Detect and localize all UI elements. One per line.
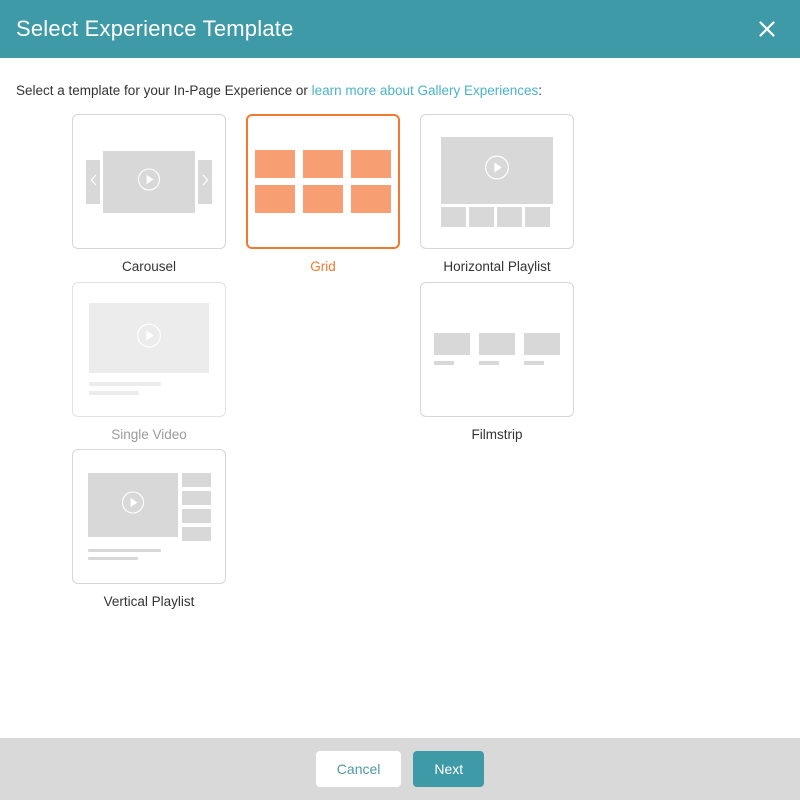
grid-preview bbox=[255, 150, 391, 213]
carousel-preview bbox=[86, 151, 212, 213]
filmstrip-preview bbox=[434, 333, 560, 365]
playlist-thumbnail bbox=[441, 207, 466, 227]
template-label-horizontal-playlist: Horizontal Playlist bbox=[443, 260, 550, 274]
caption-line bbox=[524, 361, 544, 365]
horizontal-playlist-preview bbox=[441, 137, 553, 227]
template-grid: Carousel Grid bbox=[0, 114, 710, 617]
carousel-main-video bbox=[103, 151, 195, 213]
chevron-left-icon bbox=[90, 173, 97, 191]
filmstrip-thumbnail bbox=[524, 333, 560, 355]
filmstrip-item bbox=[524, 333, 560, 365]
play-icon bbox=[136, 323, 162, 354]
template-card-single-video bbox=[72, 282, 226, 417]
dialog-header: Select Experience Template bbox=[0, 0, 800, 58]
single-video-main-video bbox=[89, 303, 209, 373]
template-card-horizontal-playlist[interactable] bbox=[420, 114, 574, 249]
caption-line bbox=[89, 382, 161, 386]
playlist-thumbnail bbox=[182, 509, 211, 523]
filmstrip-thumbnail bbox=[479, 333, 515, 355]
template-option-filmstrip[interactable]: Filmstrip bbox=[410, 282, 584, 442]
vertical-playlist-thumbnails bbox=[182, 473, 211, 541]
instruction-text: Select a template for your In-Page Exper… bbox=[0, 58, 800, 99]
play-icon bbox=[137, 167, 161, 196]
caption-line bbox=[88, 557, 138, 560]
caption-line bbox=[479, 361, 499, 365]
template-label-single-video: Single Video bbox=[111, 428, 187, 442]
template-label-filmstrip: Filmstrip bbox=[472, 428, 523, 442]
playlist-thumbnail bbox=[182, 491, 211, 505]
cancel-button[interactable]: Cancel bbox=[316, 751, 402, 787]
play-icon bbox=[484, 155, 510, 186]
dialog-body: Select a template for your In-Page Exper… bbox=[0, 58, 800, 738]
dialog-footer: Cancel Next bbox=[0, 738, 800, 800]
template-option-vertical-playlist[interactable]: Vertical Playlist bbox=[62, 449, 236, 609]
vertical-playlist-preview bbox=[88, 473, 211, 560]
filmstrip-thumbnail bbox=[434, 333, 470, 355]
vertical-playlist-caption-lines bbox=[88, 549, 211, 560]
grid-tile bbox=[351, 150, 391, 178]
grid-tile bbox=[303, 150, 343, 178]
template-label-vertical-playlist: Vertical Playlist bbox=[104, 595, 195, 609]
playlist-thumbnail bbox=[469, 207, 494, 227]
template-option-grid[interactable]: Grid bbox=[236, 114, 410, 274]
vertical-playlist-top bbox=[88, 473, 211, 541]
playlist-thumbnail bbox=[182, 473, 211, 487]
close-icon[interactable] bbox=[752, 14, 782, 44]
single-video-preview bbox=[89, 303, 209, 395]
template-card-filmstrip[interactable] bbox=[420, 282, 574, 417]
grid-tile bbox=[351, 185, 391, 213]
template-card-vertical-playlist[interactable] bbox=[72, 449, 226, 584]
carousel-next-panel bbox=[198, 160, 212, 204]
chevron-right-icon bbox=[202, 173, 209, 191]
instruction-prefix: Select a template for your In-Page Exper… bbox=[16, 83, 312, 98]
caption-line bbox=[434, 361, 454, 365]
playlist-thumbnail bbox=[497, 207, 522, 227]
page-title: Select Experience Template bbox=[16, 18, 294, 40]
template-option-horizontal-playlist[interactable]: Horizontal Playlist bbox=[410, 114, 584, 274]
single-video-caption-lines bbox=[89, 382, 209, 395]
template-label-carousel: Carousel bbox=[122, 260, 176, 274]
caption-line bbox=[89, 391, 139, 395]
next-button[interactable]: Next bbox=[413, 751, 484, 787]
grid-tile bbox=[303, 185, 343, 213]
template-option-single-video: Single Video bbox=[62, 282, 236, 442]
select-experience-template-dialog: Select Experience Template Select a temp… bbox=[0, 0, 800, 800]
playlist-thumbnail bbox=[525, 207, 550, 227]
vertical-playlist-main-video bbox=[88, 473, 178, 537]
play-icon bbox=[121, 491, 145, 520]
grid-tile bbox=[255, 150, 295, 178]
carousel-prev-panel bbox=[86, 160, 100, 204]
instruction-suffix: : bbox=[538, 83, 542, 98]
horizontal-playlist-main-video bbox=[441, 137, 553, 204]
template-card-grid[interactable] bbox=[246, 114, 400, 249]
grid-spacer bbox=[236, 282, 410, 442]
grid-tile bbox=[255, 185, 295, 213]
filmstrip-item bbox=[479, 333, 515, 365]
playlist-thumbnail bbox=[182, 527, 211, 541]
template-label-grid: Grid bbox=[310, 260, 336, 274]
template-option-carousel[interactable]: Carousel bbox=[62, 114, 236, 274]
gallery-experiences-link[interactable]: learn more about Gallery Experiences bbox=[312, 83, 539, 98]
filmstrip-item bbox=[434, 333, 470, 365]
caption-line bbox=[88, 549, 161, 552]
template-card-carousel[interactable] bbox=[72, 114, 226, 249]
horizontal-playlist-thumbnails bbox=[441, 207, 553, 227]
